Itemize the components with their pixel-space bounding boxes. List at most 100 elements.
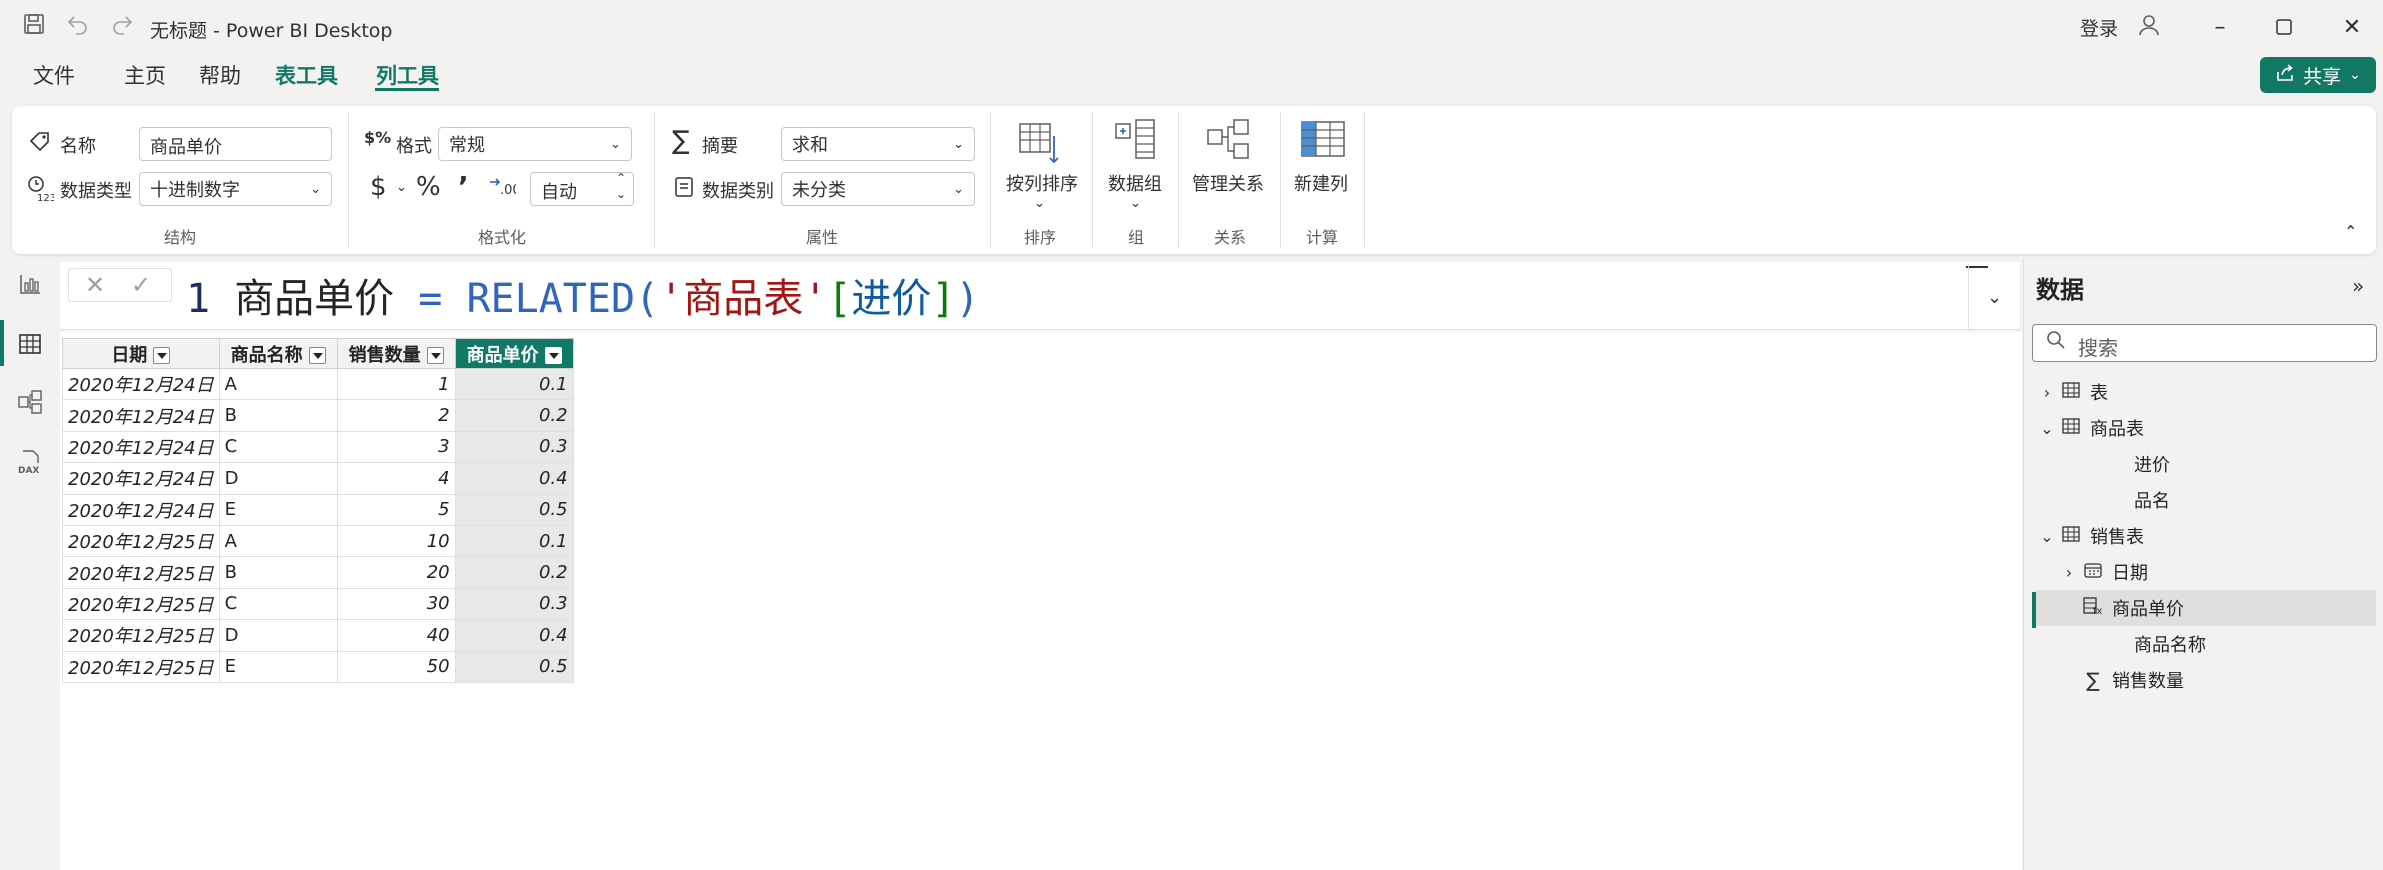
cell-quantity[interactable]: 50 bbox=[336, 650, 456, 683]
column-header-unit-price[interactable]: 商品单价 bbox=[454, 338, 574, 369]
cell-product-name[interactable]: E bbox=[218, 650, 338, 683]
cell-date[interactable]: 2020年12月25日 bbox=[62, 587, 220, 621]
cell-date[interactable]: 2020年12月24日 bbox=[62, 462, 220, 495]
expand-formula-icon[interactable]: ⌄ bbox=[1968, 264, 2020, 330]
formula-text[interactable]: 1 商品单价 = RELATED('商品表'[进价]) bbox=[186, 266, 980, 324]
chevron-down-icon[interactable]: ⌄ bbox=[2036, 527, 2058, 546]
cell-unit-price[interactable]: 0.3 bbox=[454, 587, 574, 621]
undo-icon[interactable] bbox=[66, 12, 90, 42]
column-header-product-name[interactable]: 商品名称 bbox=[218, 338, 338, 369]
datatype-select[interactable]: 十进制数字 ⌄ bbox=[139, 172, 332, 206]
cell-unit-price[interactable]: 0.5 bbox=[454, 493, 574, 526]
filter-dropdown-icon[interactable] bbox=[544, 347, 562, 364]
cell-date[interactable]: 2020年12月24日 bbox=[62, 430, 220, 464]
cell-unit-price[interactable]: 0.2 bbox=[454, 399, 574, 432]
chevron-down-icon[interactable]: ⌄ bbox=[1034, 196, 1045, 211]
chevron-right-icon[interactable]: › bbox=[2036, 383, 2058, 402]
cell-quantity[interactable]: 40 bbox=[336, 619, 456, 652]
cell-quantity[interactable]: 4 bbox=[336, 462, 456, 495]
tree-item[interactable]: ∑ 销售数量 bbox=[2036, 662, 2376, 698]
maximize-icon[interactable] bbox=[2264, 10, 2304, 44]
summary-select[interactable]: 求和 ⌄ bbox=[781, 127, 975, 161]
login-link[interactable]: 登录 bbox=[2080, 14, 2118, 41]
cell-date[interactable]: 2020年12月25日 bbox=[62, 619, 220, 652]
cell-product-name[interactable]: C bbox=[218, 587, 338, 621]
new-column-icon[interactable] bbox=[1300, 118, 1346, 164]
tab-help[interactable]: 帮助 bbox=[199, 60, 241, 90]
tab-home[interactable]: 主页 bbox=[124, 60, 166, 90]
cell-product-name[interactable]: C bbox=[218, 430, 338, 464]
cell-date[interactable]: 2020年12月24日 bbox=[62, 493, 220, 526]
decimal-places-icon[interactable]: .00 bbox=[488, 174, 521, 204]
tab-file[interactable]: 文件 bbox=[33, 60, 75, 90]
share-button[interactable]: 共享 ⌄ bbox=[2260, 57, 2376, 93]
manage-relationships-icon[interactable] bbox=[1206, 116, 1252, 166]
cell-quantity[interactable]: 1 bbox=[336, 367, 456, 401]
minimize-icon[interactable]: – bbox=[2200, 10, 2240, 44]
model-view-icon[interactable] bbox=[14, 386, 46, 418]
cell-quantity[interactable]: 3 bbox=[336, 430, 456, 464]
cell-unit-price[interactable]: 0.2 bbox=[454, 556, 574, 589]
commit-formula-icon[interactable]: ✓ bbox=[131, 271, 151, 299]
decimals-spinner[interactable]: ⌃ ⌄ bbox=[616, 170, 626, 202]
cell-date[interactable]: 2020年12月24日 bbox=[62, 367, 220, 401]
tree-item[interactable]: ⌄ 销售表 bbox=[2036, 518, 2376, 554]
cell-quantity[interactable]: 10 bbox=[336, 524, 456, 558]
data-groups-icon[interactable] bbox=[1112, 116, 1158, 166]
cell-quantity[interactable]: 30 bbox=[336, 587, 456, 621]
sort-by-column-button[interactable]: 按列排序 bbox=[1006, 170, 1078, 196]
cell-unit-price[interactable]: 0.1 bbox=[454, 367, 574, 401]
avatar-icon[interactable] bbox=[2136, 12, 2162, 42]
cell-date[interactable]: 2020年12月25日 bbox=[62, 556, 220, 589]
tree-item[interactable]: › 表 bbox=[2036, 374, 2376, 410]
cancel-formula-icon[interactable]: ✕ bbox=[85, 271, 105, 299]
format-select[interactable]: 常规 ⌄ bbox=[438, 127, 632, 161]
close-icon[interactable]: ✕ bbox=[2332, 10, 2372, 44]
cell-date[interactable]: 2020年12月24日 bbox=[62, 399, 220, 432]
dax-query-view-icon[interactable]: DAX bbox=[14, 446, 46, 478]
collapse-ribbon-icon[interactable]: ⌃ bbox=[2344, 222, 2357, 241]
cell-quantity[interactable]: 2 bbox=[336, 399, 456, 432]
column-header-quantity[interactable]: 销售数量 bbox=[336, 338, 456, 369]
tree-item[interactable]: › 日期 bbox=[2036, 554, 2376, 590]
save-icon[interactable] bbox=[22, 12, 46, 42]
filter-dropdown-icon[interactable] bbox=[153, 347, 171, 364]
name-input[interactable]: 商品单价 bbox=[139, 127, 332, 161]
filter-dropdown-icon[interactable] bbox=[426, 347, 444, 364]
chevron-down-icon[interactable]: ⌄ bbox=[1130, 196, 1141, 211]
cell-unit-price[interactable]: 0.4 bbox=[454, 462, 574, 495]
cell-product-name[interactable]: B bbox=[218, 399, 338, 432]
chevron-down-icon[interactable]: ⌄ bbox=[2036, 419, 2058, 438]
tree-item[interactable]: ⌄ 商品表 bbox=[2036, 410, 2376, 446]
cell-product-name[interactable]: E bbox=[218, 493, 338, 526]
collapse-pane-icon[interactable]: » bbox=[2352, 274, 2364, 298]
cell-product-name[interactable]: A bbox=[218, 524, 338, 558]
tree-item[interactable]: fx 商品单价 bbox=[2036, 590, 2376, 626]
category-select[interactable]: 未分类 ⌄ bbox=[781, 172, 975, 206]
cell-date[interactable]: 2020年12月25日 bbox=[62, 524, 220, 558]
chevron-down-icon[interactable]: ⌄ bbox=[396, 180, 407, 195]
new-column-button[interactable]: 新建列 bbox=[1294, 170, 1348, 196]
tree-item[interactable]: 品名 bbox=[2036, 482, 2376, 518]
cell-unit-price[interactable]: 0.1 bbox=[454, 524, 574, 558]
tree-item[interactable]: 进价 bbox=[2036, 446, 2376, 482]
redo-icon[interactable] bbox=[110, 12, 134, 42]
data-groups-button[interactable]: 数据组 bbox=[1108, 170, 1162, 196]
cell-product-name[interactable]: D bbox=[218, 462, 338, 495]
column-header-date[interactable]: 日期 bbox=[62, 338, 220, 369]
cell-unit-price[interactable]: 0.5 bbox=[454, 650, 574, 683]
comma-button[interactable]: ’ bbox=[458, 170, 469, 203]
cell-product-name[interactable]: B bbox=[218, 556, 338, 589]
tab-table-tools[interactable]: 表工具 bbox=[275, 60, 338, 90]
cell-product-name[interactable]: D bbox=[218, 619, 338, 652]
manage-relationships-button[interactable]: 管理关系 bbox=[1192, 170, 1264, 196]
sort-by-column-icon[interactable] bbox=[1016, 118, 1064, 170]
tab-column-tools[interactable]: 列工具 bbox=[376, 60, 439, 90]
cell-date[interactable]: 2020年12月25日 bbox=[62, 650, 220, 683]
cell-product-name[interactable]: A bbox=[218, 367, 338, 401]
cell-quantity[interactable]: 20 bbox=[336, 556, 456, 589]
cell-unit-price[interactable]: 0.4 bbox=[454, 619, 574, 652]
table-view-icon[interactable] bbox=[14, 328, 46, 360]
filter-dropdown-icon[interactable] bbox=[308, 347, 326, 364]
report-view-icon[interactable] bbox=[14, 268, 46, 300]
